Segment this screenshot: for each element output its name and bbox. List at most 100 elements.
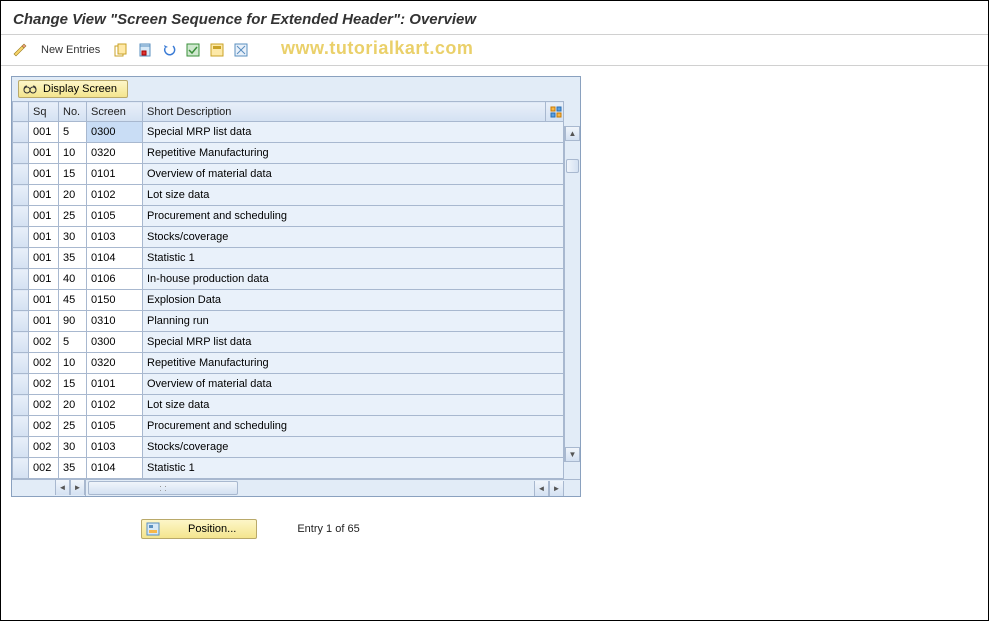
cell-screen[interactable]: 0104: [87, 458, 143, 479]
cell-sq[interactable]: 001: [29, 143, 59, 164]
cell-sq[interactable]: 002: [29, 437, 59, 458]
cell-no[interactable]: 35: [59, 248, 87, 269]
cell-sq[interactable]: 001: [29, 164, 59, 185]
new-entries-button[interactable]: New Entries: [35, 42, 106, 58]
cell-screen[interactable]: 0102: [87, 395, 143, 416]
table-row[interactable]: 001450150Explosion Data: [13, 290, 564, 311]
cell-screen[interactable]: 0150: [87, 290, 143, 311]
row-selector[interactable]: [13, 437, 29, 458]
deselect-all-icon[interactable]: [232, 41, 250, 59]
toggle-display-change-icon[interactable]: [11, 41, 29, 59]
cell-sq[interactable]: 001: [29, 248, 59, 269]
cell-no[interactable]: 40: [59, 269, 87, 290]
row-selector[interactable]: [13, 227, 29, 248]
cell-screen[interactable]: 0103: [87, 437, 143, 458]
cell-sq[interactable]: 002: [29, 416, 59, 437]
cell-no[interactable]: 30: [59, 227, 87, 248]
cell-sq[interactable]: 002: [29, 374, 59, 395]
row-selector[interactable]: [13, 122, 29, 143]
scroll-down-icon[interactable]: ▼: [565, 447, 580, 462]
cell-sq[interactable]: 001: [29, 311, 59, 332]
row-selector[interactable]: [13, 164, 29, 185]
table-row[interactable]: 002250105Procurement and scheduling: [13, 416, 564, 437]
table-row[interactable]: 002350104Statistic 1: [13, 458, 564, 479]
cell-no[interactable]: 20: [59, 185, 87, 206]
cell-screen[interactable]: 0101: [87, 374, 143, 395]
table-config-icon[interactable]: [546, 102, 564, 122]
cell-no[interactable]: 45: [59, 290, 87, 311]
table-row[interactable]: 001250105Procurement and scheduling: [13, 206, 564, 227]
row-selector[interactable]: [13, 374, 29, 395]
cell-no[interactable]: 10: [59, 143, 87, 164]
cell-no[interactable]: 30: [59, 437, 87, 458]
copy-as-icon[interactable]: [112, 41, 130, 59]
row-selector[interactable]: [13, 395, 29, 416]
cell-screen[interactable]: 0104: [87, 248, 143, 269]
cell-sq[interactable]: 001: [29, 290, 59, 311]
cell-sq[interactable]: 001: [29, 185, 59, 206]
row-selector[interactable]: [13, 206, 29, 227]
cell-screen[interactable]: 0102: [87, 185, 143, 206]
row-selector[interactable]: [13, 353, 29, 374]
table-row[interactable]: 001300103Stocks/coverage: [13, 227, 564, 248]
cell-no[interactable]: 15: [59, 164, 87, 185]
scroll-left-icon[interactable]: ◄: [534, 481, 549, 496]
table-row[interactable]: 002300103Stocks/coverage: [13, 437, 564, 458]
cell-sq[interactable]: 002: [29, 353, 59, 374]
cell-screen[interactable]: 0101: [87, 164, 143, 185]
table-row[interactable]: 002150101Overview of material data: [13, 374, 564, 395]
cell-screen[interactable]: 0300: [87, 332, 143, 353]
cell-no[interactable]: 25: [59, 416, 87, 437]
cell-sq[interactable]: 001: [29, 122, 59, 143]
scroll-right-outer-icon[interactable]: ►: [70, 480, 85, 495]
column-header-screen[interactable]: Screen: [87, 102, 143, 122]
cell-screen[interactable]: 0310: [87, 311, 143, 332]
scroll-thumb-horizontal[interactable]: : :: [88, 481, 238, 495]
cell-no[interactable]: 90: [59, 311, 87, 332]
row-selector[interactable]: [13, 290, 29, 311]
cell-no[interactable]: 20: [59, 395, 87, 416]
row-selector[interactable]: [13, 269, 29, 290]
row-selector[interactable]: [13, 311, 29, 332]
column-header-description[interactable]: Short Description: [143, 102, 546, 122]
cell-sq[interactable]: 002: [29, 332, 59, 353]
row-selector[interactable]: [13, 143, 29, 164]
column-header-no[interactable]: No.: [59, 102, 87, 122]
cell-no[interactable]: 10: [59, 353, 87, 374]
table-row[interactable]: 001400106In-house production data: [13, 269, 564, 290]
vertical-scrollbar[interactable]: ▲ ▼: [564, 126, 580, 462]
cell-sq[interactable]: 002: [29, 458, 59, 479]
cell-sq[interactable]: 001: [29, 227, 59, 248]
cell-screen[interactable]: 0320: [87, 353, 143, 374]
cell-no[interactable]: 5: [59, 332, 87, 353]
table-row[interactable]: 001200102Lot size data: [13, 185, 564, 206]
cell-screen[interactable]: 0300: [87, 122, 143, 143]
row-selector[interactable]: [13, 332, 29, 353]
row-selector[interactable]: [13, 185, 29, 206]
cell-no[interactable]: 5: [59, 122, 87, 143]
cell-screen[interactable]: 0105: [87, 416, 143, 437]
column-header-selector[interactable]: [13, 102, 29, 122]
row-selector[interactable]: [13, 248, 29, 269]
table-row[interactable]: 002200102Lot size data: [13, 395, 564, 416]
cell-screen[interactable]: 0320: [87, 143, 143, 164]
undo-icon[interactable]: [160, 41, 178, 59]
position-button[interactable]: Position...: [141, 519, 257, 539]
cell-no[interactable]: 25: [59, 206, 87, 227]
table-row[interactable]: 002100320Repetitive Manufacturing: [13, 353, 564, 374]
table-row[interactable]: 00150300Special MRP list data: [13, 122, 564, 143]
horizontal-scrollbar[interactable]: ◄ ► : : ◄ ►: [12, 479, 580, 496]
scroll-left-outer-icon[interactable]: ◄: [55, 480, 70, 495]
cell-no[interactable]: 15: [59, 374, 87, 395]
table-row[interactable]: 001900310Planning run: [13, 311, 564, 332]
display-screen-button[interactable]: Display Screen: [18, 80, 128, 98]
select-all-icon[interactable]: [184, 41, 202, 59]
cell-screen[interactable]: 0106: [87, 269, 143, 290]
cell-screen[interactable]: 0105: [87, 206, 143, 227]
scroll-up-icon[interactable]: ▲: [565, 126, 580, 141]
table-row[interactable]: 001350104Statistic 1: [13, 248, 564, 269]
scroll-right-icon[interactable]: ►: [549, 481, 564, 496]
row-selector[interactable]: [13, 416, 29, 437]
row-selector[interactable]: [13, 458, 29, 479]
table-row[interactable]: 00250300Special MRP list data: [13, 332, 564, 353]
